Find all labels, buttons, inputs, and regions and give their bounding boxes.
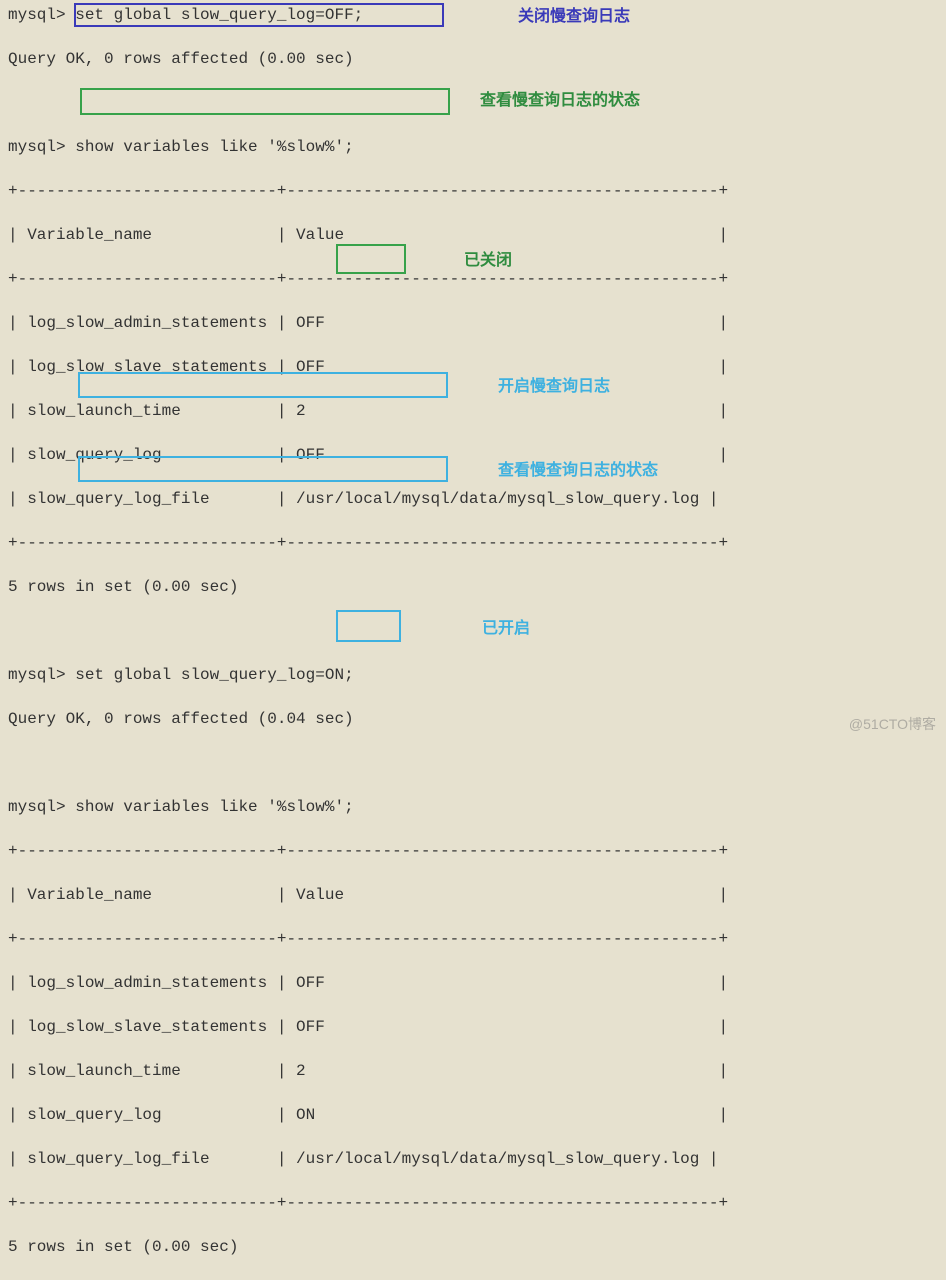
table-border: +---------------------------+-----------… [8,928,938,950]
cmd-line-set-off: mysql> set global slow_query_log=OFF; [8,4,938,26]
table-row: | slow_query_log_file | /usr/local/mysql… [8,488,938,510]
table-border: +---------------------------+-----------… [8,180,938,202]
cmd-line-show1: mysql> show variables like '%slow%'; [8,136,938,158]
cmd-text: show variables like '%slow%'; [75,798,353,816]
table-row: | log_slow_slave_statements | OFF | [8,1016,938,1038]
cmd-line-set-on: mysql> set global slow_query_log=ON; [8,664,938,686]
table-row: | slow_query_log_file | /usr/local/mysql… [8,1148,938,1170]
table-row: | log_slow_slave_statements | OFF | [8,356,938,378]
prompt: mysql> [8,138,66,156]
table-row: | slow_query_log | OFF | [8,444,938,466]
table-border: +---------------------------+-----------… [8,840,938,862]
blank [8,752,938,774]
table-border: +---------------------------+-----------… [8,1192,938,1214]
table-row: | slow_launch_time | 2 | [8,400,938,422]
cmd-text: set global slow_query_log=ON; [75,666,353,684]
watermark: @51CTO博客 [849,713,936,735]
blank [8,92,938,114]
cmd-text: set global slow_query_log=OFF; [75,6,363,24]
table-header: | Variable_name | Value | [8,884,938,906]
blank [8,620,938,642]
table-header: | Variable_name | Value | [8,224,938,246]
table-row: | slow_query_log | ON | [8,1104,938,1126]
cmd-line-show2: mysql> show variables like '%slow%'; [8,796,938,818]
prompt: mysql> [8,666,66,684]
table-row: | log_slow_admin_statements | OFF | [8,312,938,334]
terminal-output: mysql> set global slow_query_log=OFF; Qu… [8,4,938,1280]
prompt: mysql> [8,6,66,24]
response-ok: Query OK, 0 rows affected (0.04 sec) [8,708,938,730]
table-border: +---------------------------+-----------… [8,532,938,554]
result-rows: 5 rows in set (0.00 sec) [8,1236,938,1258]
table-row: | log_slow_admin_statements | OFF | [8,972,938,994]
prompt: mysql> [8,798,66,816]
cmd-text: show variables like '%slow%'; [75,138,353,156]
table-border: +---------------------------+-----------… [8,268,938,290]
response-ok: Query OK, 0 rows affected (0.00 sec) [8,48,938,70]
result-rows: 5 rows in set (0.00 sec) [8,576,938,598]
table-row: | slow_launch_time | 2 | [8,1060,938,1082]
